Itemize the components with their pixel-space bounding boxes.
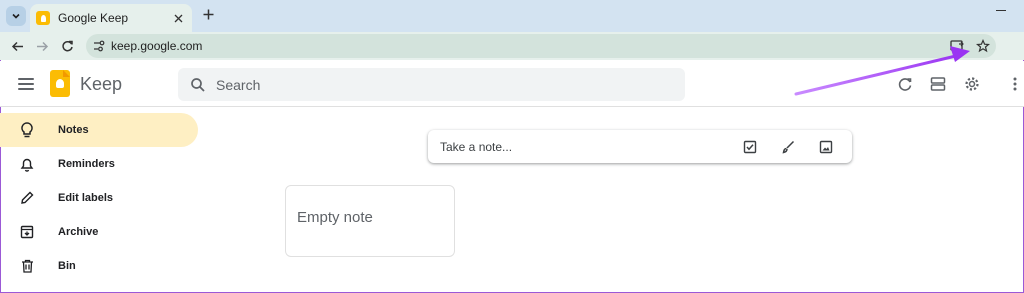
- brush-icon: [782, 140, 795, 154]
- address-bar[interactable]: keep.google.com: [86, 34, 996, 58]
- minimize-button[interactable]: [996, 10, 1006, 11]
- arrow-right-icon: [36, 41, 48, 51]
- sidebar-item-notes[interactable]: Notes: [0, 113, 198, 147]
- app-name[interactable]: Keep: [80, 74, 122, 95]
- lightbulb-icon: [18, 121, 36, 139]
- sidebar-item-label: Edit labels: [58, 192, 114, 204]
- new-image-button[interactable]: [818, 139, 834, 155]
- menu-icon-bar: [18, 88, 34, 90]
- sidebar-item-bin[interactable]: Bin: [0, 249, 198, 283]
- keep-header: Keep: [0, 61, 1024, 107]
- sidebar: Notes Reminders Edit labels Archive Bin: [0, 108, 210, 293]
- browser-toolbar: keep.google.com: [0, 32, 1024, 60]
- sidebar-item-reminders[interactable]: Reminders: [0, 147, 198, 181]
- sidebar-item-label: Bin: [58, 260, 76, 272]
- close-icon: [174, 14, 182, 22]
- more-vert-icon: [1013, 77, 1017, 91]
- refresh-icon: [898, 77, 911, 91]
- image-icon: [819, 140, 833, 154]
- plus-icon: [203, 9, 213, 20]
- search-bar[interactable]: [178, 68, 685, 101]
- menu-icon-bar: [18, 78, 34, 80]
- install-app-icon[interactable]: [950, 39, 964, 53]
- reload-button[interactable]: [59, 38, 75, 54]
- new-tab-button[interactable]: [200, 7, 216, 23]
- tab-search-button[interactable]: [6, 6, 26, 26]
- search-input[interactable]: [216, 68, 656, 101]
- sidebar-item-label: Notes: [58, 124, 89, 136]
- search-icon[interactable]: [190, 77, 206, 93]
- menu-icon-bar: [18, 83, 34, 85]
- tab-strip: Google Keep: [0, 0, 1024, 32]
- arrow-left-icon: [11, 41, 23, 51]
- sidebar-item-archive[interactable]: Archive: [0, 215, 198, 249]
- settings-button[interactable]: [963, 75, 981, 93]
- more-options-button[interactable]: [1010, 75, 1020, 93]
- new-drawing-button[interactable]: [780, 139, 796, 155]
- archive-icon: [18, 223, 36, 241]
- site-info-icon[interactable]: [92, 39, 106, 53]
- pencil-icon: [18, 189, 36, 207]
- trash-icon: [18, 257, 36, 275]
- forward-button[interactable]: [34, 38, 50, 54]
- refresh-button[interactable]: [896, 75, 914, 93]
- take-note-box[interactable]: [428, 130, 852, 163]
- sidebar-item-label: Archive: [58, 226, 99, 238]
- url-text: keep.google.com: [111, 39, 203, 53]
- list-view-button[interactable]: [929, 75, 947, 93]
- back-button[interactable]: [9, 38, 25, 54]
- take-note-input[interactable]: [440, 130, 730, 163]
- bookmark-star-icon[interactable]: [976, 39, 990, 53]
- new-list-button[interactable]: [742, 139, 758, 155]
- note-card[interactable]: Empty note: [285, 185, 455, 257]
- list-view-icon: [930, 77, 946, 91]
- main-menu-button[interactable]: [18, 78, 34, 90]
- browser-tab[interactable]: Google Keep: [30, 4, 192, 32]
- sidebar-item-edit-labels[interactable]: Edit labels: [0, 181, 198, 215]
- sidebar-item-label: Reminders: [58, 158, 115, 170]
- keep-logo-icon[interactable]: [50, 70, 70, 97]
- checkbox-icon: [743, 140, 757, 154]
- gear-icon: [965, 77, 979, 91]
- tab-title: Google Keep: [58, 11, 129, 25]
- bell-icon: [18, 155, 36, 173]
- note-card-title: Empty note: [297, 209, 373, 226]
- reload-icon: [61, 40, 73, 51]
- chevron-down-icon: [12, 13, 20, 19]
- keep-favicon-icon: [36, 11, 50, 25]
- tab-close-button[interactable]: [170, 10, 186, 26]
